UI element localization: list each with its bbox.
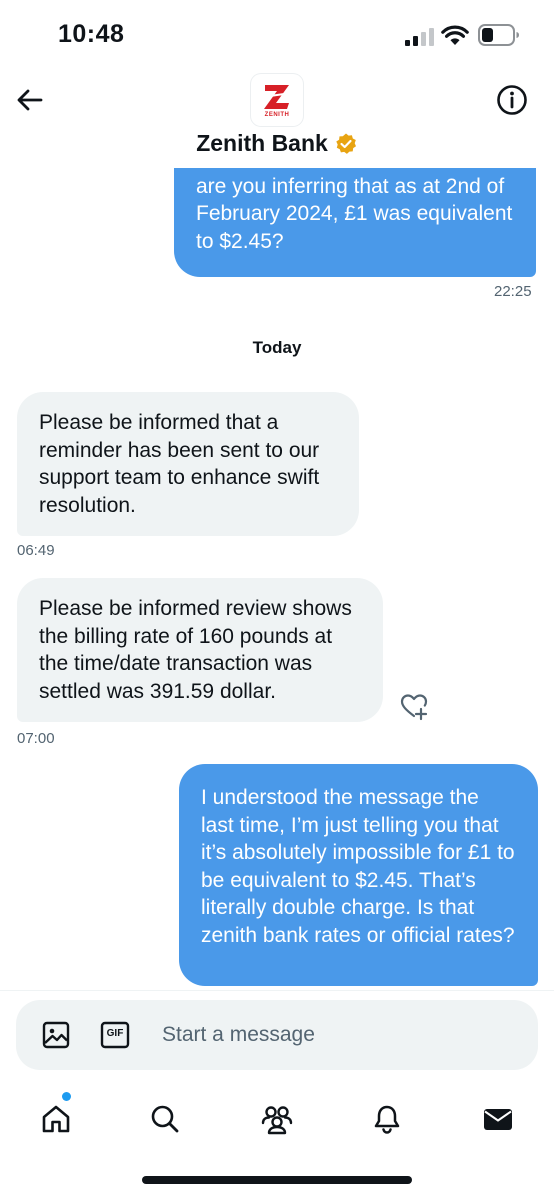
nav-home[interactable] — [36, 1099, 76, 1139]
nav-search[interactable] — [145, 1099, 185, 1139]
message-text: Please be informed that a reminder has b… — [39, 411, 320, 517]
divider — [0, 990, 554, 991]
nav-communities[interactable] — [257, 1099, 297, 1139]
page-title: Zenith Bank — [196, 130, 328, 156]
notifications-icon — [374, 1105, 400, 1134]
wifi-icon — [441, 24, 469, 46]
arrow-left-icon — [17, 89, 43, 111]
message-time: 22:25 — [494, 283, 532, 300]
image-icon — [42, 1021, 70, 1049]
heart-plus-icon[interactable] — [398, 690, 430, 722]
search-icon — [151, 1105, 179, 1133]
avatar-label: ZENITH — [264, 111, 290, 118]
messages-icon — [484, 1109, 512, 1130]
nav-notifications[interactable] — [367, 1099, 407, 1139]
communities-icon — [261, 1106, 293, 1135]
avatar[interactable]: ZENITH — [251, 74, 303, 126]
message-composer: GIF — [16, 1000, 538, 1070]
chat-screen: are you inferring that as at 2nd of Febr… — [0, 0, 554, 1200]
day-divider: Today — [252, 338, 302, 357]
info-button[interactable] — [494, 82, 530, 118]
verified-badge-icon — [336, 133, 356, 154]
image-button[interactable] — [42, 1021, 70, 1049]
gif-button[interactable]: GIF — [100, 1021, 130, 1049]
bottom-nav — [0, 1085, 554, 1149]
back-button[interactable] — [10, 80, 50, 120]
info-icon — [497, 85, 527, 115]
voice-button[interactable] — [482, 1019, 514, 1051]
message-text: Please be informed review shows the bill… — [39, 597, 352, 703]
message-time: 07:00 — [17, 730, 55, 747]
nav-messages[interactable] — [478, 1099, 518, 1139]
message-bubble-outgoing[interactable]: I understood the message the last time, … — [179, 764, 538, 986]
home-indicator — [142, 1176, 412, 1184]
message-input[interactable] — [162, 1016, 462, 1054]
status-bar: 10:48 — [0, 0, 554, 70]
voice-wave-icon — [484, 1020, 512, 1050]
message-time: 06:49 — [17, 542, 55, 559]
message-text: I understood the message the last time, … — [201, 786, 515, 947]
unread-indicator — [62, 1092, 71, 1101]
message-bubble-incoming[interactable]: Please be informed that a reminder has b… — [17, 392, 359, 536]
home-icon — [42, 1105, 70, 1133]
message-text: are you inferring that as at 2nd of Febr… — [196, 174, 513, 253]
battery-icon — [478, 24, 520, 46]
chat-header: ZENITH Zenith Bank — [0, 70, 554, 168]
zenith-logo-icon — [264, 84, 289, 109]
message-bubble-incoming[interactable]: Please be informed review shows the bill… — [17, 578, 383, 722]
title-row: Zenith Bank — [0, 130, 554, 157]
status-time: 10:48 — [58, 20, 125, 48]
cellular-signal-icon — [405, 28, 435, 46]
gif-label: GIF — [106, 1028, 124, 1039]
